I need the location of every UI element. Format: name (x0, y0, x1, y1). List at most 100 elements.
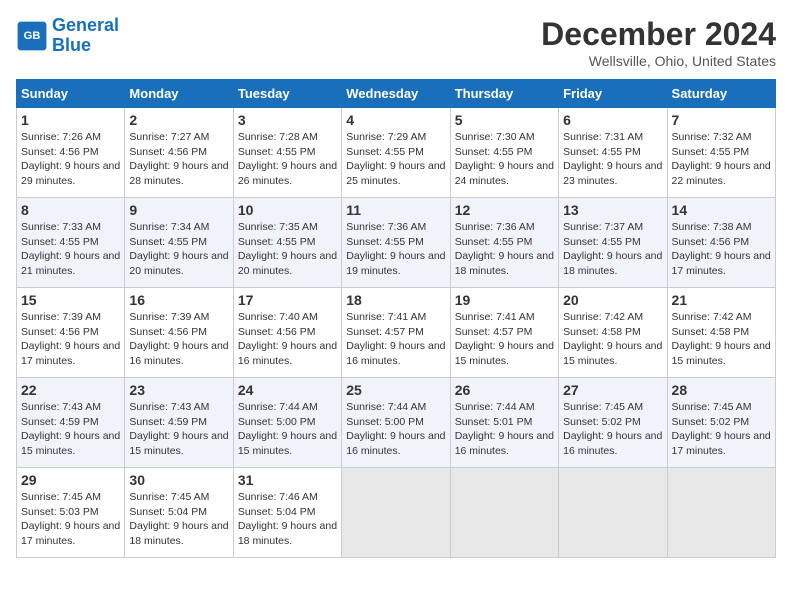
day-number: 6 (563, 112, 662, 128)
calendar-cell: 23 Sunrise: 7:43 AMSunset: 4:59 PMDayligh… (125, 378, 233, 468)
day-number: 5 (455, 112, 554, 128)
day-number: 12 (455, 202, 554, 218)
day-number: 15 (21, 292, 120, 308)
day-info: Sunrise: 7:43 AMSunset: 4:59 PMDaylight:… (21, 400, 120, 459)
day-info: Sunrise: 7:33 AMSunset: 4:55 PMDaylight:… (21, 220, 120, 279)
logo: GB General Blue (16, 16, 119, 56)
day-number: 14 (672, 202, 771, 218)
day-number: 22 (21, 382, 120, 398)
header-thursday: Thursday (450, 80, 558, 108)
day-number: 31 (238, 472, 337, 488)
sub-title: Wellsville, Ohio, United States (541, 53, 776, 69)
day-info: Sunrise: 7:40 AMSunset: 4:56 PMDaylight:… (238, 310, 337, 369)
day-info: Sunrise: 7:27 AMSunset: 4:56 PMDaylight:… (129, 130, 228, 189)
day-info: Sunrise: 7:45 AMSunset: 5:04 PMDaylight:… (129, 490, 228, 549)
calendar-cell: 5 Sunrise: 7:30 AMSunset: 4:55 PMDaylight… (450, 108, 558, 198)
week-row-2: 8 Sunrise: 7:33 AMSunset: 4:55 PMDaylight… (17, 198, 776, 288)
day-number: 18 (346, 292, 445, 308)
day-number: 27 (563, 382, 662, 398)
calendar-cell: 14 Sunrise: 7:38 AMSunset: 4:56 PMDayligh… (667, 198, 775, 288)
calendar-cell: 8 Sunrise: 7:33 AMSunset: 4:55 PMDaylight… (17, 198, 125, 288)
day-number: 9 (129, 202, 228, 218)
day-number: 10 (238, 202, 337, 218)
main-title: December 2024 (541, 16, 776, 53)
day-info: Sunrise: 7:46 AMSunset: 5:04 PMDaylight:… (238, 490, 337, 549)
day-number: 29 (21, 472, 120, 488)
calendar-cell: 15 Sunrise: 7:39 AMSunset: 4:56 PMDayligh… (17, 288, 125, 378)
day-number: 7 (672, 112, 771, 128)
calendar-cell: 21Sunrise: 7:42 AMSunset: 4:58 PMDayligh… (667, 288, 775, 378)
day-info: Sunrise: 7:28 AMSunset: 4:55 PMDaylight:… (238, 130, 337, 189)
header-saturday: Saturday (667, 80, 775, 108)
day-info: Sunrise: 7:38 AMSunset: 4:56 PMDaylight:… (672, 220, 771, 279)
calendar-cell: 1Sunrise: 7:26 AMSunset: 4:56 PMDaylight… (17, 108, 125, 198)
calendar-cell: 7 Sunrise: 7:32 AMSunset: 4:55 PMDaylight… (667, 108, 775, 198)
day-info: Sunrise: 7:30 AMSunset: 4:55 PMDaylight:… (455, 130, 554, 189)
week-row-1: 1Sunrise: 7:26 AMSunset: 4:56 PMDaylight… (17, 108, 776, 198)
day-info: Sunrise: 7:39 AMSunset: 4:56 PMDaylight:… (21, 310, 120, 369)
day-number: 21 (672, 292, 771, 308)
day-number: 28 (672, 382, 771, 398)
calendar-cell: 10 Sunrise: 7:35 AMSunset: 4:55 PMDayligh… (233, 198, 341, 288)
logo-line1: General (52, 15, 119, 35)
calendar-cell: 25Sunrise: 7:44 AMSunset: 5:00 PMDayligh… (342, 378, 450, 468)
logo-text: General Blue (52, 16, 119, 56)
header: GB General Blue December 2024 Wellsville… (16, 16, 776, 69)
day-number: 17 (238, 292, 337, 308)
day-number: 13 (563, 202, 662, 218)
calendar-cell: 6Sunrise: 7:31 AMSunset: 4:55 PMDaylight… (559, 108, 667, 198)
calendar-cell: 19 Sunrise: 7:41 AMSunset: 4:57 PMDayligh… (450, 288, 558, 378)
calendar-cell (342, 468, 450, 558)
calendar-cell: 30 Sunrise: 7:45 AMSunset: 5:04 PMDayligh… (125, 468, 233, 558)
header-friday: Friday (559, 80, 667, 108)
day-number: 30 (129, 472, 228, 488)
day-info: Sunrise: 7:35 AMSunset: 4:55 PMDaylight:… (238, 220, 337, 279)
day-number: 16 (129, 292, 228, 308)
calendar-cell (559, 468, 667, 558)
day-number: 2 (129, 112, 228, 128)
calendar-cell: 11 Sunrise: 7:36 AMSunset: 4:55 PMDayligh… (342, 198, 450, 288)
calendar-cell: 2 Sunrise: 7:27 AMSunset: 4:56 PMDaylight… (125, 108, 233, 198)
calendar-cell: 28 Sunrise: 7:45 AMSunset: 5:02 PMDayligh… (667, 378, 775, 468)
day-info: Sunrise: 7:36 AMSunset: 4:55 PMDaylight:… (455, 220, 554, 279)
day-info: Sunrise: 7:34 AMSunset: 4:55 PMDaylight:… (129, 220, 228, 279)
day-info: Sunrise: 7:44 AMSunset: 5:01 PMDaylight:… (455, 400, 554, 459)
day-info: Sunrise: 7:37 AMSunset: 4:55 PMDaylight:… (563, 220, 662, 279)
calendar-cell: 27 Sunrise: 7:45 AMSunset: 5:02 PMDayligh… (559, 378, 667, 468)
calendar-cell: 31 Sunrise: 7:46 AMSunset: 5:04 PMDayligh… (233, 468, 341, 558)
day-info: Sunrise: 7:26 AMSunset: 4:56 PMDaylight:… (21, 130, 120, 189)
day-number: 8 (21, 202, 120, 218)
day-number: 23 (129, 382, 228, 398)
day-info: Sunrise: 7:36 AMSunset: 4:55 PMDaylight:… (346, 220, 445, 279)
header-sunday: Sunday (17, 80, 125, 108)
calendar-cell: 13 Sunrise: 7:37 AMSunset: 4:55 PMDayligh… (559, 198, 667, 288)
logo-icon: GB (16, 20, 48, 52)
day-number: 19 (455, 292, 554, 308)
day-info: Sunrise: 7:45 AMSunset: 5:03 PMDaylight:… (21, 490, 120, 549)
header-monday: Monday (125, 80, 233, 108)
calendar-cell: 3Sunrise: 7:28 AMSunset: 4:55 PMDaylight… (233, 108, 341, 198)
svg-text:GB: GB (24, 30, 41, 42)
calendar-cell: 4Sunrise: 7:29 AMSunset: 4:55 PMDaylight… (342, 108, 450, 198)
day-info: Sunrise: 7:43 AMSunset: 4:59 PMDaylight:… (129, 400, 228, 459)
day-info: Sunrise: 7:44 AMSunset: 5:00 PMDaylight:… (346, 400, 445, 459)
week-row-3: 15 Sunrise: 7:39 AMSunset: 4:56 PMDayligh… (17, 288, 776, 378)
calendar-cell: 26Sunrise: 7:44 AMSunset: 5:01 PMDayligh… (450, 378, 558, 468)
week-row-4: 22 Sunrise: 7:43 AMSunset: 4:59 PMDayligh… (17, 378, 776, 468)
calendar-cell: 24 Sunrise: 7:44 AMSunset: 5:00 PMDayligh… (233, 378, 341, 468)
day-info: Sunrise: 7:29 AMSunset: 4:55 PMDaylight:… (346, 130, 445, 189)
day-info: Sunrise: 7:41 AMSunset: 4:57 PMDaylight:… (346, 310, 445, 369)
day-info: Sunrise: 7:41 AMSunset: 4:57 PMDaylight:… (455, 310, 554, 369)
calendar-cell: 18 Sunrise: 7:41 AMSunset: 4:57 PMDayligh… (342, 288, 450, 378)
calendar-cell (667, 468, 775, 558)
calendar-cell: 16Sunrise: 7:39 AMSunset: 4:56 PMDayligh… (125, 288, 233, 378)
header-row: SundayMondayTuesdayWednesdayThursdayFrid… (17, 80, 776, 108)
day-number: 24 (238, 382, 337, 398)
day-info: Sunrise: 7:45 AMSunset: 5:02 PMDaylight:… (563, 400, 662, 459)
day-info: Sunrise: 7:32 AMSunset: 4:55 PMDaylight:… (672, 130, 771, 189)
day-number: 11 (346, 202, 445, 218)
day-info: Sunrise: 7:44 AMSunset: 5:00 PMDaylight:… (238, 400, 337, 459)
day-info: Sunrise: 7:45 AMSunset: 5:02 PMDaylight:… (672, 400, 771, 459)
header-wednesday: Wednesday (342, 80, 450, 108)
header-tuesday: Tuesday (233, 80, 341, 108)
